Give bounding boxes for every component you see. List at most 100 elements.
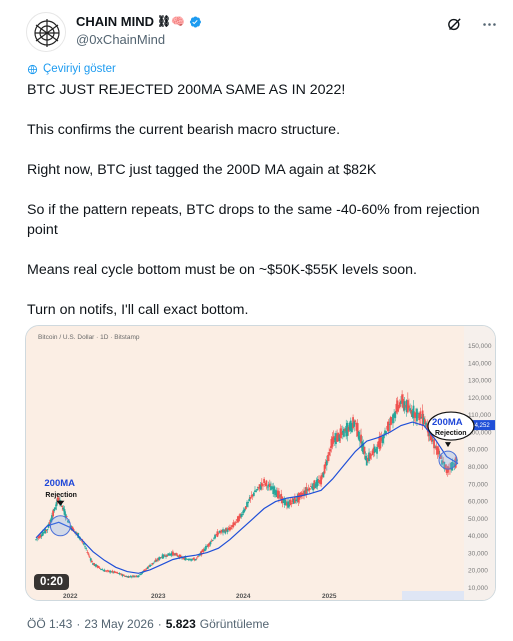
globe-icon <box>27 64 38 74</box>
author-name-emojis: ⛓🧠 <box>157 16 185 28</box>
rejection-circle <box>438 450 458 470</box>
candle-body <box>184 557 187 561</box>
candle-body <box>266 486 269 488</box>
candle-body <box>265 480 268 486</box>
y-tick-label: 110,000 <box>468 412 491 419</box>
candle-body <box>222 529 224 533</box>
translate-link[interactable]: Çeviriyi göster <box>27 63 116 75</box>
candle-body <box>213 538 215 540</box>
candle-body <box>396 400 399 412</box>
candle-body <box>194 558 197 561</box>
candle-body <box>234 522 237 524</box>
annotation-label: Rejection <box>45 492 77 499</box>
candle-body <box>198 555 200 557</box>
candle-body <box>416 408 418 422</box>
tweet-header: CHAIN MIND ⛓🧠 @0xChainMind <box>18 12 498 52</box>
tweet-line: Turn on notifs, I'll call exact bottom. <box>27 302 249 318</box>
y-tick-label: 20,000 <box>468 568 488 575</box>
y-tick-label: 30,000 <box>468 550 488 557</box>
candle-body <box>230 527 232 530</box>
candle-body <box>256 488 259 491</box>
tweet-line-gap <box>27 280 487 300</box>
candle-body <box>247 501 250 504</box>
tweet-line: So if the pattern repeats, BTC drops to … <box>27 202 480 238</box>
header-actions <box>446 16 498 33</box>
candle-body <box>179 555 182 557</box>
candle-body <box>385 431 388 433</box>
candle-body <box>305 487 308 495</box>
candle-body <box>88 556 91 558</box>
y-tick-label: 60,000 <box>468 499 488 506</box>
candle-body <box>417 412 419 414</box>
annotation-label: Rejection <box>435 430 467 437</box>
candle-body <box>140 573 142 575</box>
y-tick-label: 150,000 <box>468 343 492 350</box>
candle-body <box>152 562 155 564</box>
candle-body <box>255 490 258 492</box>
y-tick-label: 10,000 <box>468 585 488 592</box>
candle-body <box>86 551 89 553</box>
avatar[interactable] <box>26 12 66 52</box>
candle-body <box>354 420 357 422</box>
annotation-title: 200MA <box>432 417 463 428</box>
candle-body <box>437 448 440 455</box>
y-tick-label: 90,000 <box>468 447 488 454</box>
views-count: 5.823 <box>165 617 196 631</box>
candle-body <box>243 508 246 512</box>
candle-body <box>116 572 118 574</box>
candle-body <box>90 560 93 563</box>
y-tick-label: 120,000 <box>468 395 492 402</box>
candle-body <box>98 567 101 569</box>
meta-separator: · <box>157 617 162 631</box>
grok-icon[interactable] <box>446 16 463 33</box>
candle-body <box>89 558 92 561</box>
author-name-row[interactable]: CHAIN MIND ⛓🧠 <box>76 14 202 29</box>
candle-body <box>278 491 280 499</box>
candle-body <box>327 455 329 462</box>
candle-body <box>85 548 88 550</box>
candle-body <box>252 492 255 496</box>
candle-body <box>46 529 49 531</box>
candle-body <box>394 411 397 419</box>
candle-body <box>249 497 252 500</box>
tweet-time[interactable]: ÖÖ 1:43 <box>27 617 72 631</box>
author-name[interactable]: CHAIN MIND <box>76 14 154 29</box>
chart-background <box>26 326 495 600</box>
date-tag-bg <box>402 591 464 600</box>
more-icon[interactable] <box>481 16 498 33</box>
candle-body <box>263 478 266 484</box>
tweet-line: This confirms the current bearish macro … <box>27 122 341 138</box>
candle-body <box>320 476 323 485</box>
candle-body <box>373 446 376 453</box>
candle-body <box>195 557 198 559</box>
rejection-circle <box>49 515 71 537</box>
verified-badge-icon <box>189 16 201 28</box>
chainmind-logo-icon <box>29 15 65 51</box>
y-tick-label: 40,000 <box>468 533 488 540</box>
x-tick-label: 2024 <box>236 593 251 600</box>
candle-body <box>97 566 100 568</box>
candle-body <box>308 487 311 490</box>
candle-body <box>176 554 179 557</box>
candle-body <box>55 502 58 507</box>
candle-body <box>233 522 236 525</box>
candle-body <box>369 453 372 459</box>
tweet-date[interactable]: 23 May 2026 <box>84 617 153 631</box>
y-tick-label: 80,000 <box>468 464 488 471</box>
tweet-media[interactable]: 150,000 140,000 130,000 120,000 110,000 100,0… <box>25 325 496 601</box>
candle-body <box>329 449 332 452</box>
candle-body <box>61 505 64 508</box>
candle-body <box>122 574 125 576</box>
candle-body <box>433 439 435 449</box>
candle-body <box>211 539 214 541</box>
tweet-line-gap <box>27 100 487 120</box>
candle-body <box>137 575 140 577</box>
meta-separator: · <box>76 617 81 631</box>
author-handle[interactable]: @0xChainMind <box>76 32 165 47</box>
candle-body <box>408 405 410 409</box>
candle-body <box>241 514 244 515</box>
candle-body <box>35 539 37 541</box>
y-tick-label: 70,000 <box>468 481 488 488</box>
candle-body <box>389 417 392 426</box>
translate-label[interactable]: Çeviriyi göster <box>43 63 116 75</box>
